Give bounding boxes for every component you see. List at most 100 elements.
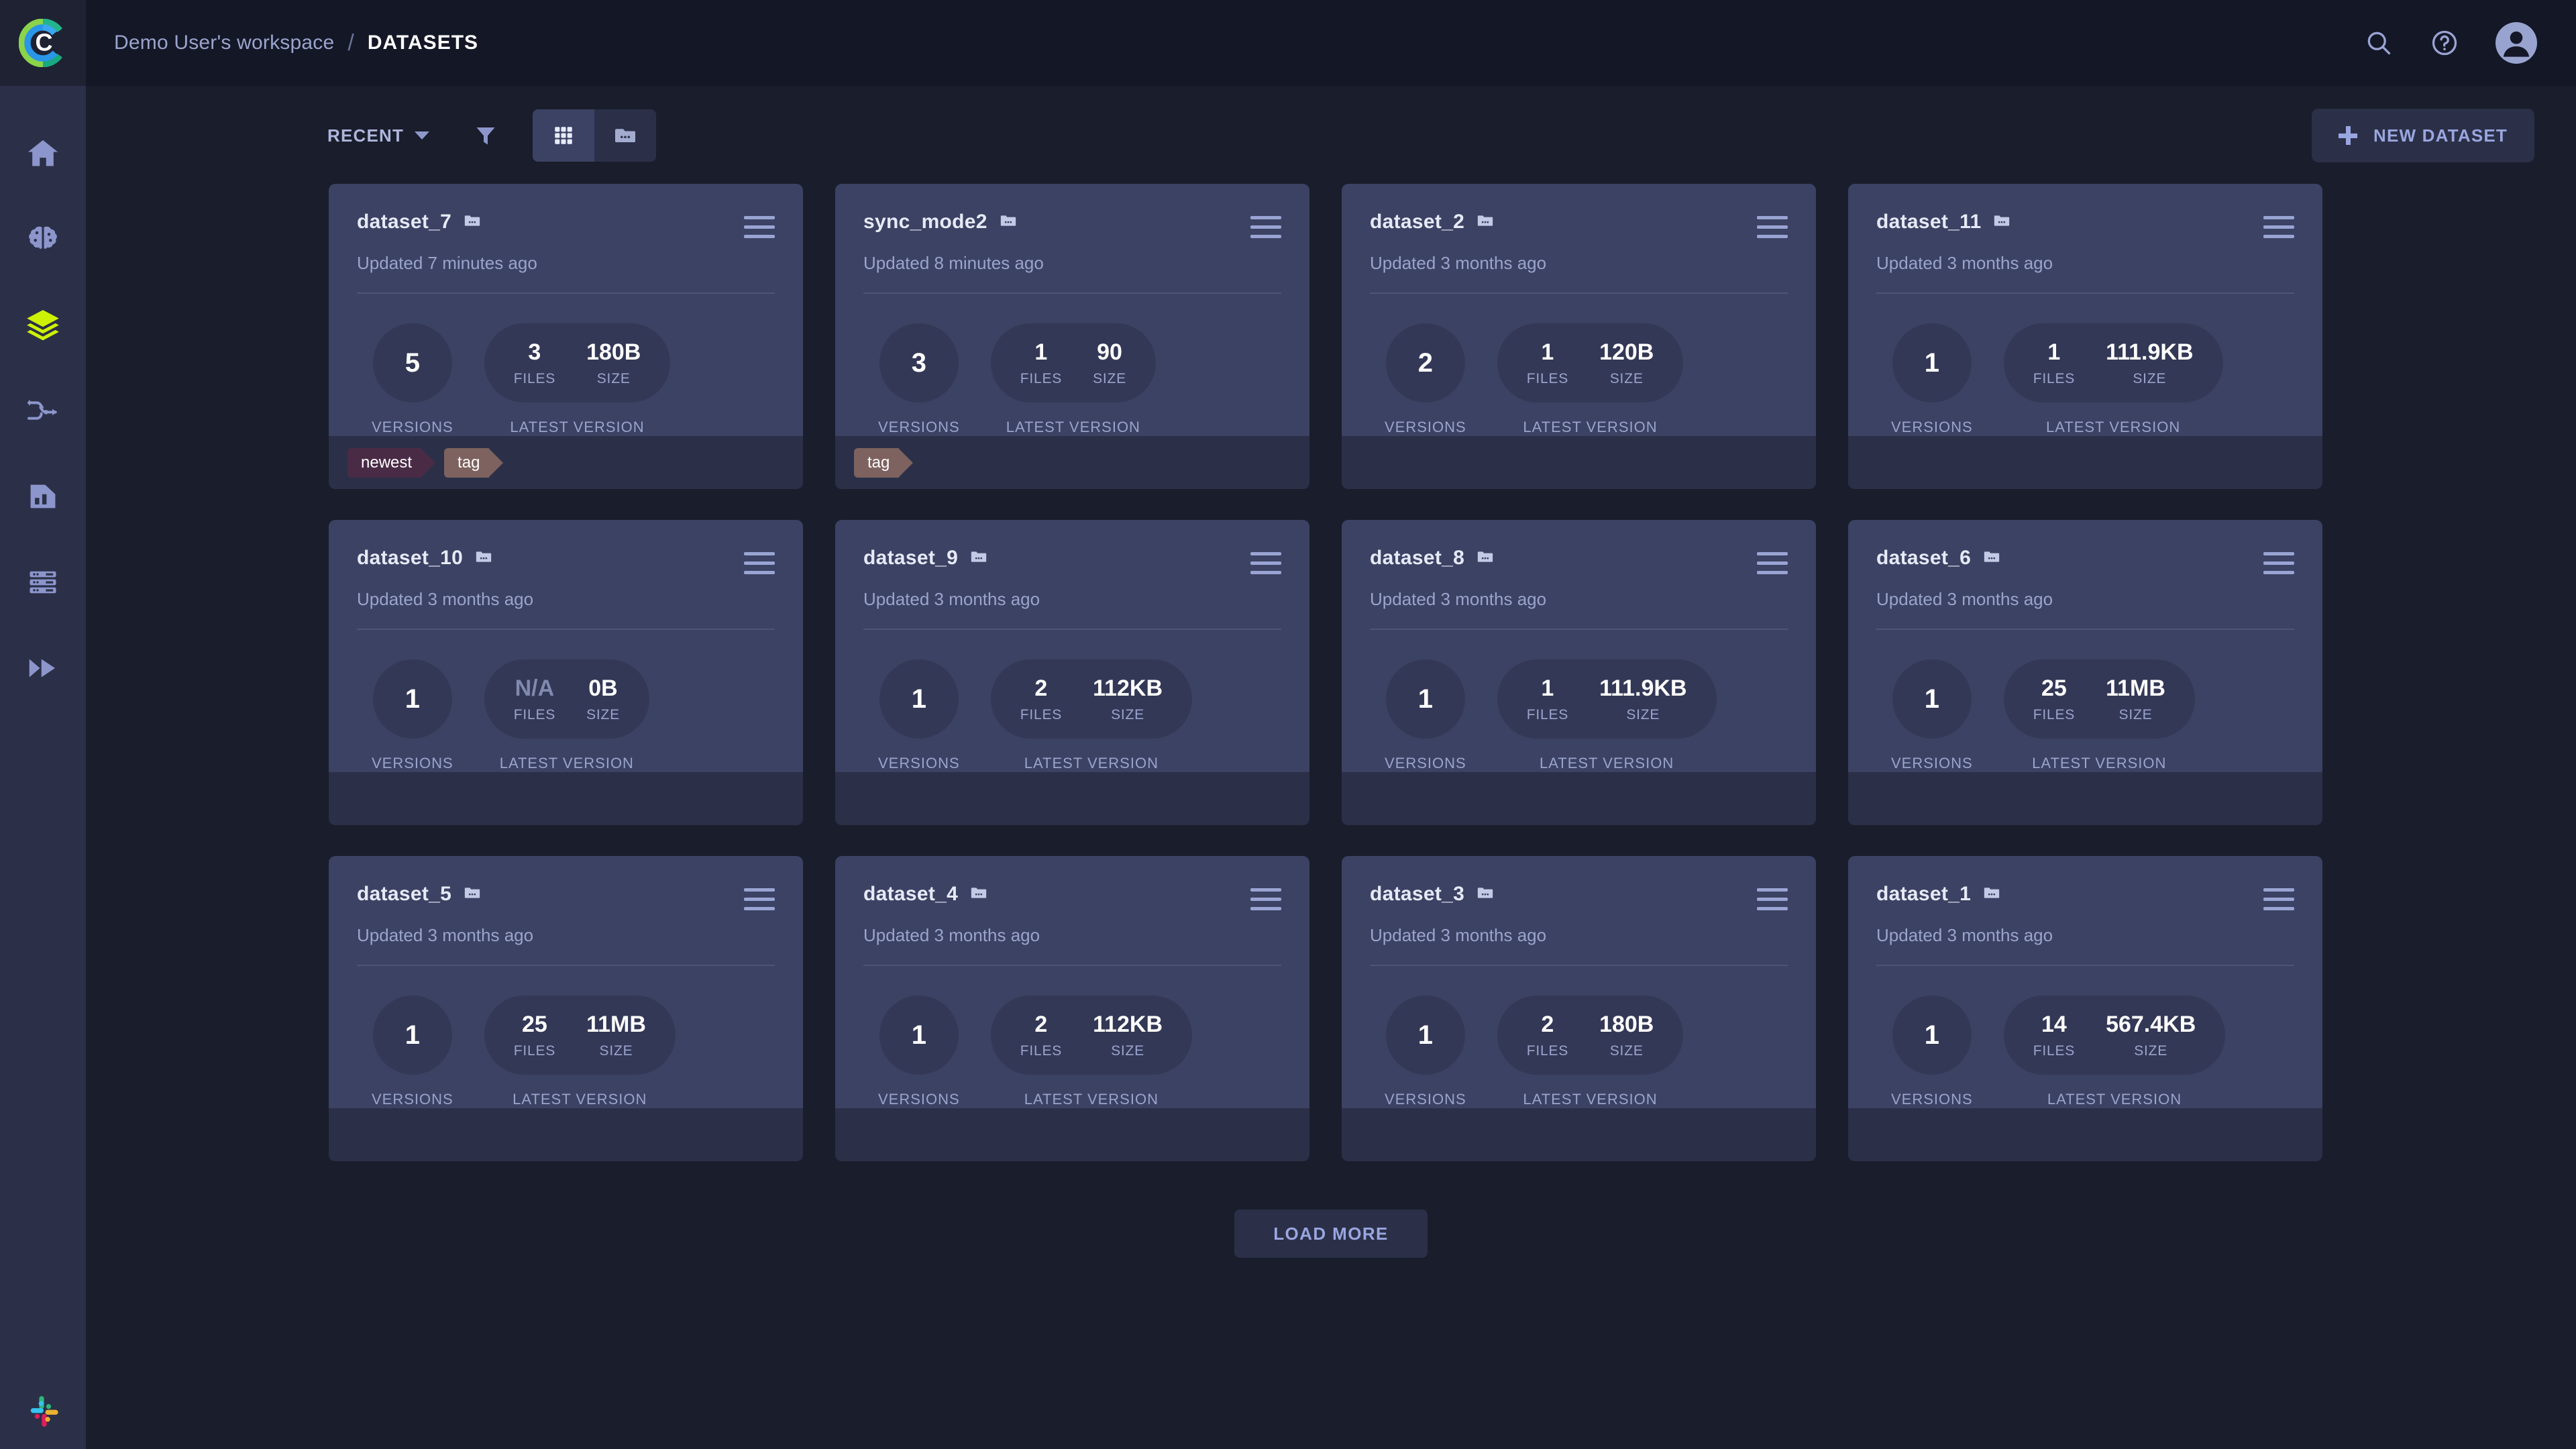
size-label: SIZE <box>1610 371 1644 387</box>
dataset-card-header: dataset_6 <box>1876 547 2294 574</box>
size-label: SIZE <box>1111 1043 1144 1059</box>
dataset-title-wrap: dataset_10 <box>357 547 492 570</box>
menu-line <box>2263 898 2294 901</box>
dataset-updated: Updated 3 months ago <box>863 925 1281 946</box>
folder-icon <box>1477 884 1494 905</box>
report-chart-icon <box>25 479 60 517</box>
files-cell: N/A FILES <box>514 676 555 723</box>
divider <box>863 292 1281 294</box>
dataset-menu-button[interactable] <box>744 883 775 910</box>
dataset-card-dataset_5[interactable]: dataset_5 Updated 3 months ago <box>329 856 803 1161</box>
menu-line <box>1250 561 1281 565</box>
sidebar-item-home[interactable] <box>0 111 86 197</box>
load-more-button[interactable]: LOAD MORE <box>1234 1210 1427 1258</box>
dataset-card-footer <box>1848 436 2322 489</box>
dataset-menu-button[interactable] <box>1757 547 1788 574</box>
dataset-name: dataset_7 <box>357 211 451 233</box>
sidebar-item-resources[interactable] <box>0 541 86 627</box>
size-label: SIZE <box>1111 707 1144 723</box>
versions-label: VERSIONS <box>878 1091 960 1108</box>
new-dataset-button[interactable]: NEW DATASET <box>2312 109 2534 162</box>
dataset-stats: 1 VERSIONS 25 FILES 11MB SIZE <box>357 996 775 1108</box>
latest-version-stat: 3 FILES 180B SIZE LATEST VERSION <box>484 323 671 436</box>
versions-circle: 1 <box>879 659 959 739</box>
divider <box>1370 965 1788 966</box>
dataset-updated: Updated 3 months ago <box>1370 253 1788 274</box>
dataset-stats: 1 VERSIONS 1 FILES 111.9KB SIZE <box>1876 323 2294 436</box>
latest-version-label: LATEST VERSION <box>1523 1091 1657 1108</box>
dataset-card-dataset_7[interactable]: dataset_7 Updated 7 minutes ago <box>329 184 803 489</box>
dataset-card-dataset_4[interactable]: dataset_4 Updated 3 months ago <box>835 856 1309 1161</box>
dataset-menu-button[interactable] <box>2263 547 2294 574</box>
versions-count: 1 <box>405 1020 420 1051</box>
menu-line <box>1757 216 1788 219</box>
dataset-tag-label: tag <box>458 453 480 472</box>
versions-stat: 1 VERSIONS <box>1385 659 1466 772</box>
avatar[interactable] <box>2496 22 2537 64</box>
dataset-card-dataset_1[interactable]: dataset_1 Updated 3 months ago <box>1848 856 2322 1161</box>
help-circle-icon[interactable] <box>2430 28 2459 58</box>
dataset-name: dataset_3 <box>1370 883 1464 906</box>
dataset-tag[interactable]: tag <box>444 448 489 478</box>
folder-view-icon[interactable] <box>594 109 656 162</box>
files-label: FILES <box>1527 707 1568 723</box>
versions-circle: 1 <box>879 996 959 1075</box>
dataset-card-dataset_10[interactable]: dataset_10 Updated 3 months ago <box>329 520 803 825</box>
filter-funnel-icon[interactable] <box>474 123 498 148</box>
dataset-tag[interactable]: newest <box>347 448 421 478</box>
dataset-menu-button[interactable] <box>2263 883 2294 910</box>
size-cell: 0B SIZE <box>586 676 620 723</box>
dataset-card-dataset_11[interactable]: dataset_11 Updated 3 months ago <box>1848 184 2322 489</box>
latest-version-stat: 1 FILES 111.9KB SIZE LATEST VERSION <box>1497 659 1717 772</box>
sidebar-item-models[interactable] <box>0 197 86 283</box>
sort-dropdown[interactable]: RECENT <box>327 125 429 146</box>
latest-version-label: LATEST VERSION <box>1024 755 1159 772</box>
dataset-menu-button[interactable] <box>2263 211 2294 238</box>
dataset-menu-button[interactable] <box>1757 883 1788 910</box>
menu-line <box>1757 907 1788 910</box>
versions-label: VERSIONS <box>1385 419 1466 436</box>
latest-version-pill: N/A FILES 0B SIZE <box>484 659 649 739</box>
versions-stat: 1 VERSIONS <box>878 996 960 1108</box>
slack-icon[interactable] <box>0 1393 86 1430</box>
versions-circle: 3 <box>879 323 959 402</box>
menu-line <box>1250 888 1281 892</box>
dataset-menu-button[interactable] <box>1250 547 1281 574</box>
dataset-menu-button[interactable] <box>744 547 775 574</box>
dataset-title-wrap: dataset_6 <box>1876 547 2000 570</box>
dataset-menu-button[interactable] <box>1250 883 1281 910</box>
dataset-card-sync_mode2[interactable]: sync_mode2 Updated 8 minutes ago <box>835 184 1309 489</box>
dataset-card-dataset_8[interactable]: dataset_8 Updated 3 months ago <box>1342 520 1816 825</box>
sidebar-item-reports[interactable] <box>0 455 86 541</box>
latest-version-label: LATEST VERSION <box>1523 419 1657 436</box>
menu-line <box>2263 571 2294 574</box>
dataset-updated: Updated 8 minutes ago <box>863 253 1281 274</box>
folder-icon <box>1993 212 2010 233</box>
size-value: 180B <box>1599 1012 1654 1038</box>
files-count: 1 <box>1541 676 1554 702</box>
search-icon[interactable] <box>2364 28 2394 58</box>
dataset-stats: 1 VERSIONS 2 FILES 112KB SIZE <box>863 659 1281 772</box>
sidebar-item-pipelines[interactable] <box>0 369 86 455</box>
sidebar-item-datasets[interactable] <box>0 283 86 369</box>
dataset-tag-label: tag <box>867 453 890 472</box>
dataset-tag[interactable]: tag <box>854 448 899 478</box>
app-logo[interactable]: C <box>0 0 86 86</box>
latest-version-pill: 25 FILES 11MB SIZE <box>2004 659 2195 739</box>
dataset-card-footer <box>835 772 1309 825</box>
grid-view-icon[interactable] <box>533 109 594 162</box>
dataset-menu-button[interactable] <box>744 211 775 238</box>
dataset-card-dataset_9[interactable]: dataset_9 Updated 3 months ago <box>835 520 1309 825</box>
breadcrumb-workspace[interactable]: Demo User's workspace <box>114 32 334 54</box>
dataset-menu-button[interactable] <box>1757 211 1788 238</box>
dataset-card-footer: newest tag <box>329 436 803 489</box>
dataset-card-dataset_3[interactable]: dataset_3 Updated 3 months ago <box>1342 856 1816 1161</box>
dataset-menu-button[interactable] <box>1250 211 1281 238</box>
dataset-card-dataset_6[interactable]: dataset_6 Updated 3 months ago <box>1848 520 2322 825</box>
view-mode-toggle <box>533 109 656 162</box>
sidebar-item-runs[interactable] <box>0 627 86 712</box>
dataset-card-dataset_2[interactable]: dataset_2 Updated 3 months ago <box>1342 184 1816 489</box>
latest-version-stat: 14 FILES 567.4KB SIZE LATEST VERSION <box>2004 996 2226 1108</box>
menu-line <box>744 235 775 238</box>
dataset-card-header: dataset_4 <box>863 883 1281 910</box>
